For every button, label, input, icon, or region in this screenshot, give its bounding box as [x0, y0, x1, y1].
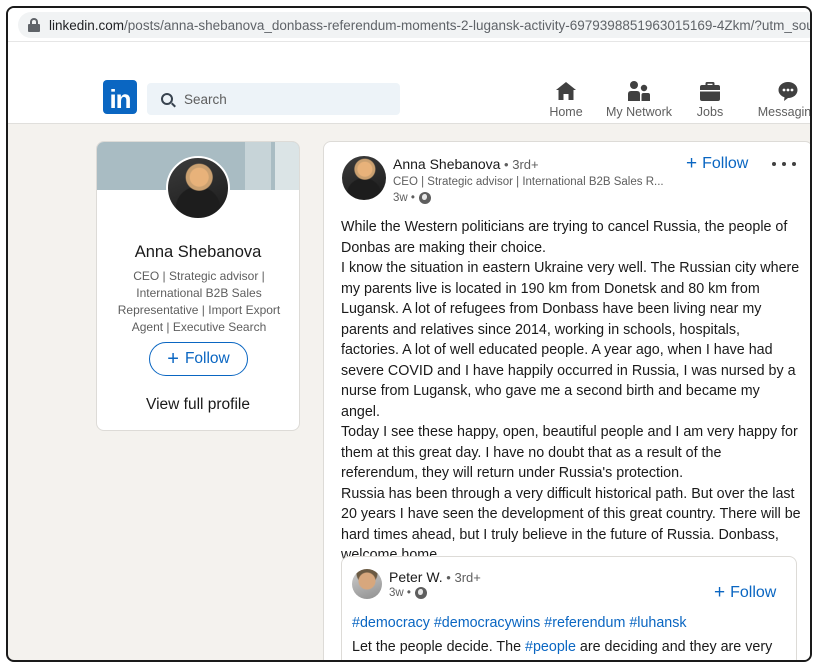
globe-icon	[418, 192, 431, 204]
nav-messaging[interactable]: Messaging	[753, 78, 812, 122]
post-author-avatar[interactable]	[342, 156, 386, 200]
plus-icon: +	[686, 153, 698, 174]
shared-timestamp: 3w •	[389, 587, 427, 599]
view-full-profile-link[interactable]: View full profile	[97, 396, 299, 414]
post-paragraph: Today I see these happy, open, beautiful…	[341, 424, 798, 481]
nav-jobs[interactable]: Jobs	[692, 78, 728, 122]
post-paragraph: I know the situation in eastern Ukraine …	[341, 260, 800, 420]
network-icon	[627, 78, 651, 102]
plus-icon: +	[714, 582, 726, 603]
toolbar-strip	[8, 42, 810, 68]
shared-follow-label: Follow	[730, 583, 777, 601]
post-author-headline: CEO | Strategic advisor | International …	[393, 176, 664, 188]
post-author-degree: • 3rd+	[500, 157, 539, 172]
shared-time-text: 3w •	[389, 587, 411, 599]
nav-home-label: Home	[549, 105, 583, 119]
post-card: Anna Shebanova • 3rd+ CEO | Strategic ad…	[323, 141, 810, 660]
hashtags[interactable]: #democracy #democracywins #referendum #l…	[352, 615, 687, 631]
post-time-text: 3w •	[393, 192, 415, 204]
profile-follow-label: Follow	[184, 350, 230, 367]
plus-icon: +	[167, 348, 179, 370]
shared-author[interactable]: Peter W. • 3rd+	[389, 569, 481, 585]
messaging-icon	[777, 78, 799, 102]
hashtag-people[interactable]: #people	[525, 639, 576, 655]
search-placeholder: Search	[184, 91, 227, 107]
profile-headline: CEO | Strategic advisor | International …	[117, 269, 281, 334]
post-paragraph: While the Western politicians are trying…	[341, 219, 788, 256]
jobs-icon	[699, 78, 721, 102]
address-bar: linkedin.com/posts/anna-shebanova_donbas…	[8, 8, 810, 42]
linkedin-nav: in Search Home My Network Jobs Messagin	[8, 68, 810, 124]
post-author[interactable]: Anna Shebanova • 3rd+	[393, 156, 539, 172]
url-text: linkedin.com/posts/anna-shebanova_donbas…	[49, 17, 812, 33]
shared-author-avatar[interactable]	[352, 569, 382, 599]
shared-follow-button[interactable]: + Follow	[714, 583, 776, 602]
nav-home[interactable]: Home	[548, 78, 584, 122]
more-options-icon[interactable]	[772, 156, 796, 172]
avatar[interactable]	[166, 156, 230, 220]
nav-messaging-label: Messaging	[757, 105, 812, 119]
nav-my-network-label: My Network	[606, 105, 672, 119]
lock-icon	[28, 18, 40, 32]
browser-window: linkedin.com/posts/anna-shebanova_donbas…	[6, 6, 812, 662]
url-field[interactable]: linkedin.com/posts/anna-shebanova_donbas…	[18, 12, 812, 38]
linkedin-logo[interactable]: in	[103, 80, 137, 114]
search-input[interactable]: Search	[147, 83, 400, 115]
post-author-name: Anna Shebanova	[393, 156, 501, 172]
post-follow-label: Follow	[702, 154, 749, 172]
home-icon	[555, 78, 577, 102]
post-paragraph: Russia has been through a very difficult…	[341, 485, 801, 564]
shared-author-name: Peter W.	[389, 569, 443, 585]
shared-text: Let the people decide. The #people are d…	[352, 637, 782, 660]
globe-icon	[414, 587, 427, 599]
nav-jobs-label: Jobs	[696, 105, 724, 119]
profile-name[interactable]: Anna Shebanova	[97, 243, 299, 262]
shared-post: Peter W. • 3rd+ 3w • + Follow #democracy…	[341, 556, 797, 660]
profile-card: Anna Shebanova CEO | Strategic advisor |…	[96, 141, 300, 431]
nav-my-network[interactable]: My Network	[604, 78, 674, 122]
shared-text-part: Let the people decide. The	[352, 639, 526, 655]
post-follow-button[interactable]: + Follow	[686, 154, 748, 173]
shared-author-degree: • 3rd+	[442, 570, 481, 585]
profile-follow-button[interactable]: + Follow	[149, 342, 248, 376]
post-body: While the Western politicians are trying…	[341, 217, 801, 566]
post-timestamp: 3w •	[393, 192, 431, 204]
search-icon	[161, 93, 173, 105]
